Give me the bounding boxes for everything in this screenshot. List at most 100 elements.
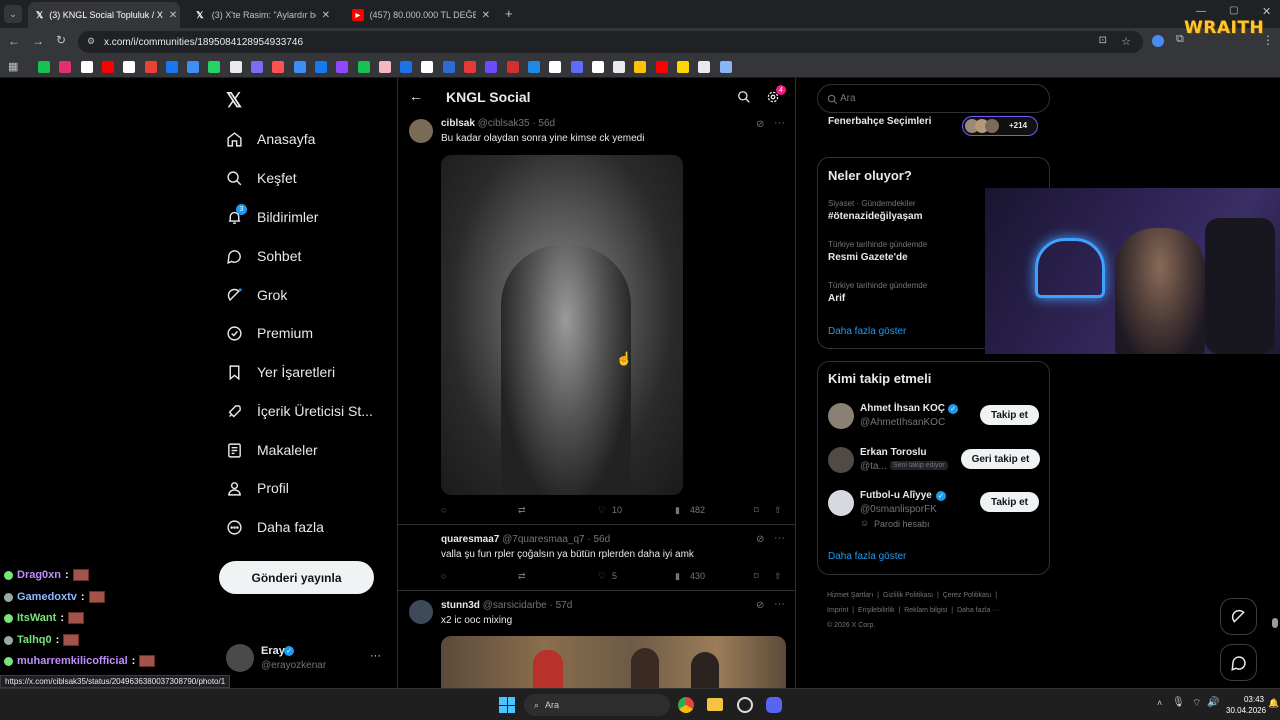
trend-item[interactable]: Türkiye tarihinde gündemde Resmi Gazete'… [828, 240, 927, 263]
bookmark-favicon-icon[interactable] [677, 61, 689, 73]
bookmark-favicon-icon[interactable] [485, 61, 498, 73]
follow-suggestion[interactable]: Futbol-u Alîyye ✓ @0smanlisporFK Parodi … [828, 487, 1041, 531]
nav-articles[interactable]: Makaleler [226, 435, 318, 465]
nav-more[interactable]: Daha fazla [226, 512, 324, 542]
more-icon[interactable]: ··· [774, 117, 785, 129]
bookmark-favicon-icon[interactable] [144, 61, 157, 73]
search-icon[interactable] [737, 90, 751, 104]
footer-link[interactable]: Çerez Politikası [943, 592, 992, 599]
tab-rasim[interactable]: 𝕏 (3) X'te Rasim: "Aylardır bekledi ✕ [186, 4, 338, 26]
minimize-icon[interactable]: — [1196, 6, 1206, 17]
footer-link[interactable]: Reklam bilgisi [904, 607, 947, 614]
windows-start-icon[interactable] [499, 697, 515, 713]
forward-icon[interactable]: → [32, 34, 44, 48]
like-icon[interactable]: ♡ [598, 571, 606, 582]
bookmark-favicon-icon[interactable] [251, 61, 263, 73]
bookmark-favicon-icon[interactable] [229, 61, 242, 73]
extensions-puzzle-icon[interactable]: ⧉ [1176, 33, 1184, 46]
bookmark-favicon-icon[interactable] [357, 61, 370, 73]
follow-button[interactable]: Takip et [980, 405, 1039, 425]
post[interactable]: quaresmaa7 @7quaresmaa_q7 · 56d ⊘ ··· va… [398, 525, 795, 591]
bookmark-favicon-icon[interactable] [272, 61, 285, 73]
post-author[interactable]: stunn3d [441, 600, 480, 611]
volume-icon[interactable]: 🔊 [1207, 697, 1219, 708]
search-input[interactable]: Ara [817, 84, 1050, 113]
repost-icon[interactable]: ⇄ [518, 571, 526, 582]
file-explorer-icon[interactable] [707, 698, 723, 711]
footer-link[interactable]: Hizmet Şartları [827, 592, 873, 599]
bookmark-favicon-icon[interactable] [698, 61, 711, 73]
bookmark-favicon-icon[interactable] [101, 61, 114, 73]
trend-item[interactable]: Türkiye tarihinde gündemde Arif [828, 281, 927, 304]
nav-grok[interactable]: Grok [226, 280, 287, 310]
follow-button[interactable]: Takip et [980, 492, 1039, 512]
tab-kngl-social[interactable]: 𝕏 (3) KNGL Social Topluluk / X ✕ [28, 2, 180, 28]
nav-home[interactable]: Anasayfa [226, 124, 315, 154]
account-switcher[interactable]: Eray ✓ @erayozkenar ··· [226, 644, 386, 676]
more-icon[interactable]: ··· [774, 532, 785, 544]
nav-notifications[interactable]: Bildirimler 3 [226, 202, 318, 232]
reply-icon[interactable]: ○ [441, 505, 446, 515]
notification-bell-icon[interactable]: 🔔 [1268, 698, 1279, 709]
bookmark-favicon-icon[interactable] [634, 61, 647, 73]
post-handle[interactable]: @sarsicidarbe [483, 600, 547, 611]
tab-search-button[interactable]: ⌄ [4, 5, 22, 23]
post-author[interactable]: ciblsak [441, 118, 475, 129]
close-tab-icon[interactable]: ✕ [482, 10, 490, 21]
site-info-icon[interactable]: ⚙ [87, 36, 95, 47]
bookmark-favicon-icon[interactable] [187, 61, 200, 73]
avatar[interactable] [409, 119, 433, 143]
views-icon[interactable]: ▮ [675, 505, 680, 516]
extension-icon[interactable] [1152, 35, 1164, 47]
footer-link[interactable]: Gizlilik Politikası [883, 592, 933, 599]
follow-suggestion[interactable]: Ahmet İhsan KOÇ ✓ @AhmetIhsanKOC Takip e… [828, 400, 1041, 432]
post-time[interactable]: · 56d [532, 118, 555, 129]
post-time[interactable]: · 56d [587, 534, 610, 545]
bookmark-favicon-icon[interactable] [570, 61, 583, 73]
share-icon[interactable]: ⇧ [774, 505, 782, 516]
avatar[interactable] [409, 600, 433, 624]
bookmark-favicon-icon[interactable] [527, 61, 540, 73]
nav-bookmarks[interactable]: Yer İşaretleri [226, 357, 335, 387]
who-show-more-link[interactable]: Daha fazla göster [828, 551, 906, 562]
trend-item[interactable]: Siyaset · Gündemdekiler #ötenazideğilyaş… [828, 199, 922, 222]
grok-float-button[interactable] [1220, 598, 1257, 635]
repost-icon[interactable]: ⇄ [518, 505, 526, 516]
account-more-icon[interactable]: ··· [370, 650, 381, 662]
tab-youtube[interactable]: ▶ (457) 80.000.000 TL DEĞERİNDE ✕ [344, 4, 498, 26]
post-author[interactable]: quaresmaa7 [441, 534, 499, 545]
bookmark-favicon-icon[interactable] [421, 61, 434, 73]
bookmark-favicon-icon[interactable] [80, 61, 93, 73]
bookmark-favicon-icon[interactable] [719, 61, 732, 73]
back-icon[interactable]: ← [8, 34, 20, 48]
bookmark-favicon-icon[interactable] [208, 61, 221, 73]
bookmark-star-icon[interactable]: ☆ [1121, 35, 1131, 48]
bookmark-favicon-icon[interactable] [549, 61, 562, 73]
close-window-icon[interactable]: ✕ [1262, 5, 1271, 18]
install-app-icon[interactable]: ⊡ [1099, 35, 1107, 46]
close-tab-icon[interactable]: ✕ [322, 10, 330, 21]
like-icon[interactable]: ♡ [598, 505, 606, 516]
post-time[interactable]: · 57d [550, 600, 573, 611]
footer-link[interactable]: Imprint [827, 607, 848, 614]
post-button[interactable]: Gönderi yayınla [219, 561, 374, 594]
apps-grid-icon[interactable]: ▦ [8, 60, 18, 73]
taskbar-clock[interactable]: 03:43 30.04.2026 [1226, 694, 1266, 716]
nav-chat[interactable]: Sohbet [226, 241, 301, 271]
nav-creator-studio[interactable]: İçerik Üreticisi St... [226, 396, 373, 426]
footer-link[interactable]: Daha fazla ··· [957, 607, 999, 614]
follow-back-button[interactable]: Geri takip et [961, 449, 1040, 469]
obs-icon[interactable] [737, 697, 753, 713]
maximize-icon[interactable]: ▢ [1229, 5, 1238, 16]
post-photo[interactable] [441, 155, 683, 495]
bookmark-favicon-icon[interactable] [165, 61, 178, 73]
bookmark-favicon-icon[interactable] [464, 61, 476, 73]
grok-icon[interactable]: ⊘ [756, 600, 764, 611]
bookmark-favicon-icon[interactable] [336, 61, 349, 73]
nav-profile[interactable]: Profil [226, 473, 289, 503]
grok-icon[interactable]: ⊘ [756, 534, 764, 545]
taskbar-search[interactable]: ⌕ Ara [524, 694, 670, 716]
wifi-icon[interactable]: ⌔ [1192, 697, 1201, 710]
nav-explore[interactable]: Keşfet [226, 163, 297, 193]
mic-icon[interactable]: 🎙 [1172, 697, 1185, 708]
